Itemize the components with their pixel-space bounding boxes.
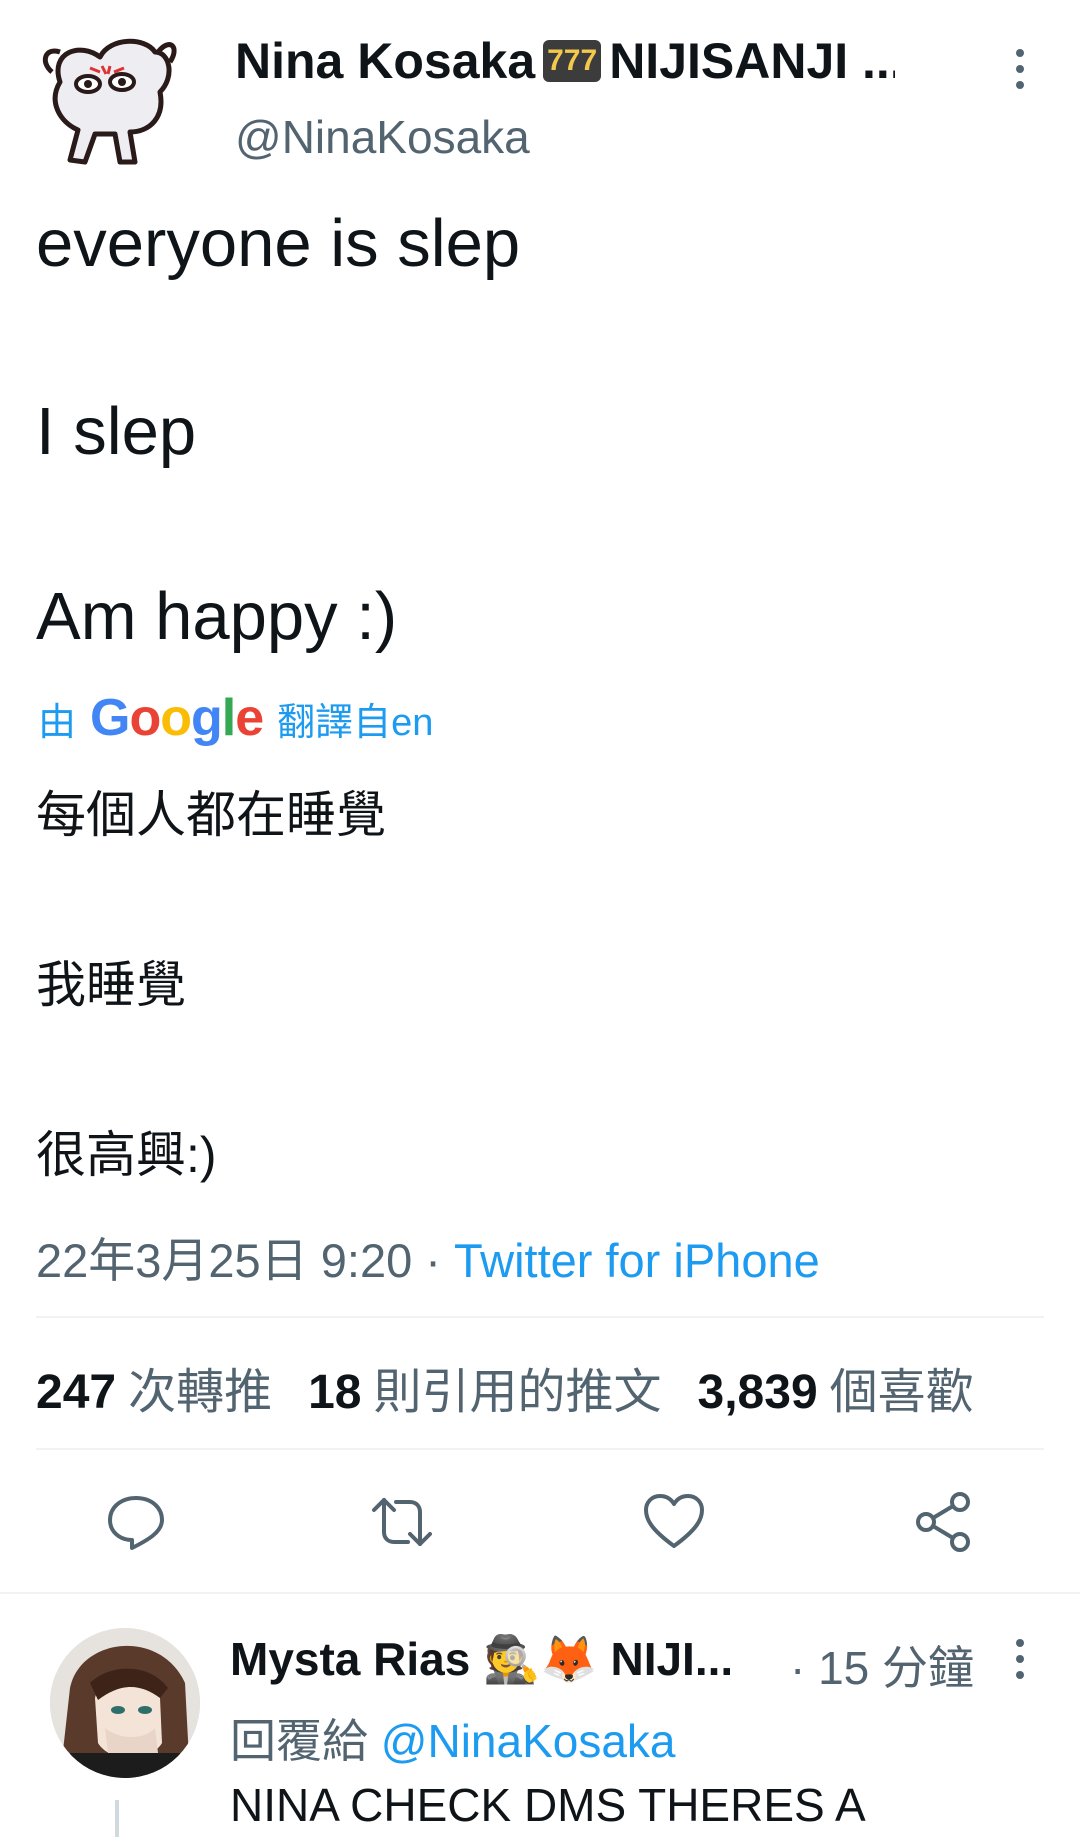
tweet-stats: 247 次轉推 18 則引用的推文 3,839 個喜歡: [36, 1352, 974, 1422]
translation-text-line: 每個人都在睡覺: [36, 787, 386, 843]
tweet-timestamp[interactable]: 22年3月25日 9:20: [36, 1234, 412, 1287]
reply-avatar[interactable]: [50, 1628, 200, 1778]
user-handle[interactable]: @NinaKosaka: [235, 110, 530, 164]
quotes-stat[interactable]: 18 則引用的推文: [308, 1352, 661, 1422]
reply-button[interactable]: [104, 1490, 168, 1554]
display-name-suffix: NIJISANJI ...: [609, 33, 895, 89]
share-icon: [916, 1492, 970, 1552]
more-options-button[interactable]: [1005, 45, 1035, 95]
fox-icon: 🦊: [540, 1633, 598, 1685]
reply-more-options-button[interactable]: [1005, 1635, 1035, 1685]
share-button[interactable]: [912, 1490, 976, 1554]
quotes-label: 則引用的推文: [373, 1366, 662, 1419]
reply-to-label: 回覆給: [230, 1715, 368, 1767]
like-button[interactable]: [642, 1490, 706, 1554]
more-vertical-icon: [1016, 1639, 1024, 1679]
reply-to-line: 回覆給 @NinaKosaka: [230, 1705, 676, 1771]
divider: [36, 1316, 1044, 1318]
divider: [36, 1448, 1044, 1450]
translation-text-line: 我睡覺: [36, 957, 186, 1013]
reply-text: NINA CHECK DMS THERES A: [230, 1779, 866, 1831]
reply-display-name[interactable]: Mysta Rias 🕵🦊 NIJI...: [230, 1632, 733, 1687]
google-logo: Google: [90, 689, 264, 747]
likes-count: 3,839: [697, 1366, 818, 1419]
translation-suffix: 翻譯自en: [277, 701, 434, 744]
quotes-count: 18: [308, 1366, 362, 1419]
reply-avatar-image: [50, 1628, 200, 1778]
translation-text-line: 很高興:): [36, 1127, 217, 1183]
retweets-label: 次轉推: [128, 1366, 273, 1419]
likes-stat[interactable]: 3,839 個喜歡: [698, 1352, 974, 1422]
display-name-text: Nina Kosaka: [235, 33, 536, 89]
tweet-text-line: everyone is slep: [36, 206, 521, 281]
reply-icon: [108, 1496, 164, 1550]
reply-name-suffix: NIJI...: [610, 1633, 734, 1685]
reply-name-text: Mysta Rias: [230, 1633, 471, 1685]
slot-machine-icon: 777: [543, 40, 602, 82]
likes-label: 個喜歡: [829, 1366, 974, 1419]
translation-prefix: 由: [38, 701, 77, 744]
reply-to-mention[interactable]: @NinaKosaka: [381, 1715, 676, 1767]
meta-separator: ·: [425, 1234, 441, 1287]
reply-timestamp[interactable]: · 15 分鐘: [790, 1632, 974, 1698]
retweet-button[interactable]: [370, 1490, 434, 1554]
thread-line: [115, 1800, 119, 1837]
like-icon: [644, 1494, 704, 1548]
tweet-meta: 22年3月25日 9:20 · Twitter for iPhone: [36, 1222, 820, 1291]
display-name[interactable]: Nina Kosaka 777 NIJISANJI ...: [235, 32, 895, 90]
retweets-stat[interactable]: 247 次轉推: [36, 1352, 272, 1422]
avatar-image: [42, 38, 177, 165]
translation-attribution[interactable]: 由 Google 翻譯自en: [38, 688, 433, 748]
retweet-icon: [372, 1498, 432, 1546]
tweet-text-line: I slep: [36, 394, 197, 469]
avatar[interactable]: [30, 22, 180, 172]
tweet-text-line: Am happy :): [36, 579, 398, 654]
tweet-source[interactable]: Twitter for iPhone: [454, 1234, 820, 1287]
detective-icon: 🕵: [483, 1633, 541, 1685]
section-separator: [0, 1592, 1080, 1594]
retweets-count: 247: [36, 1366, 117, 1419]
more-vertical-icon: [1016, 49, 1024, 89]
